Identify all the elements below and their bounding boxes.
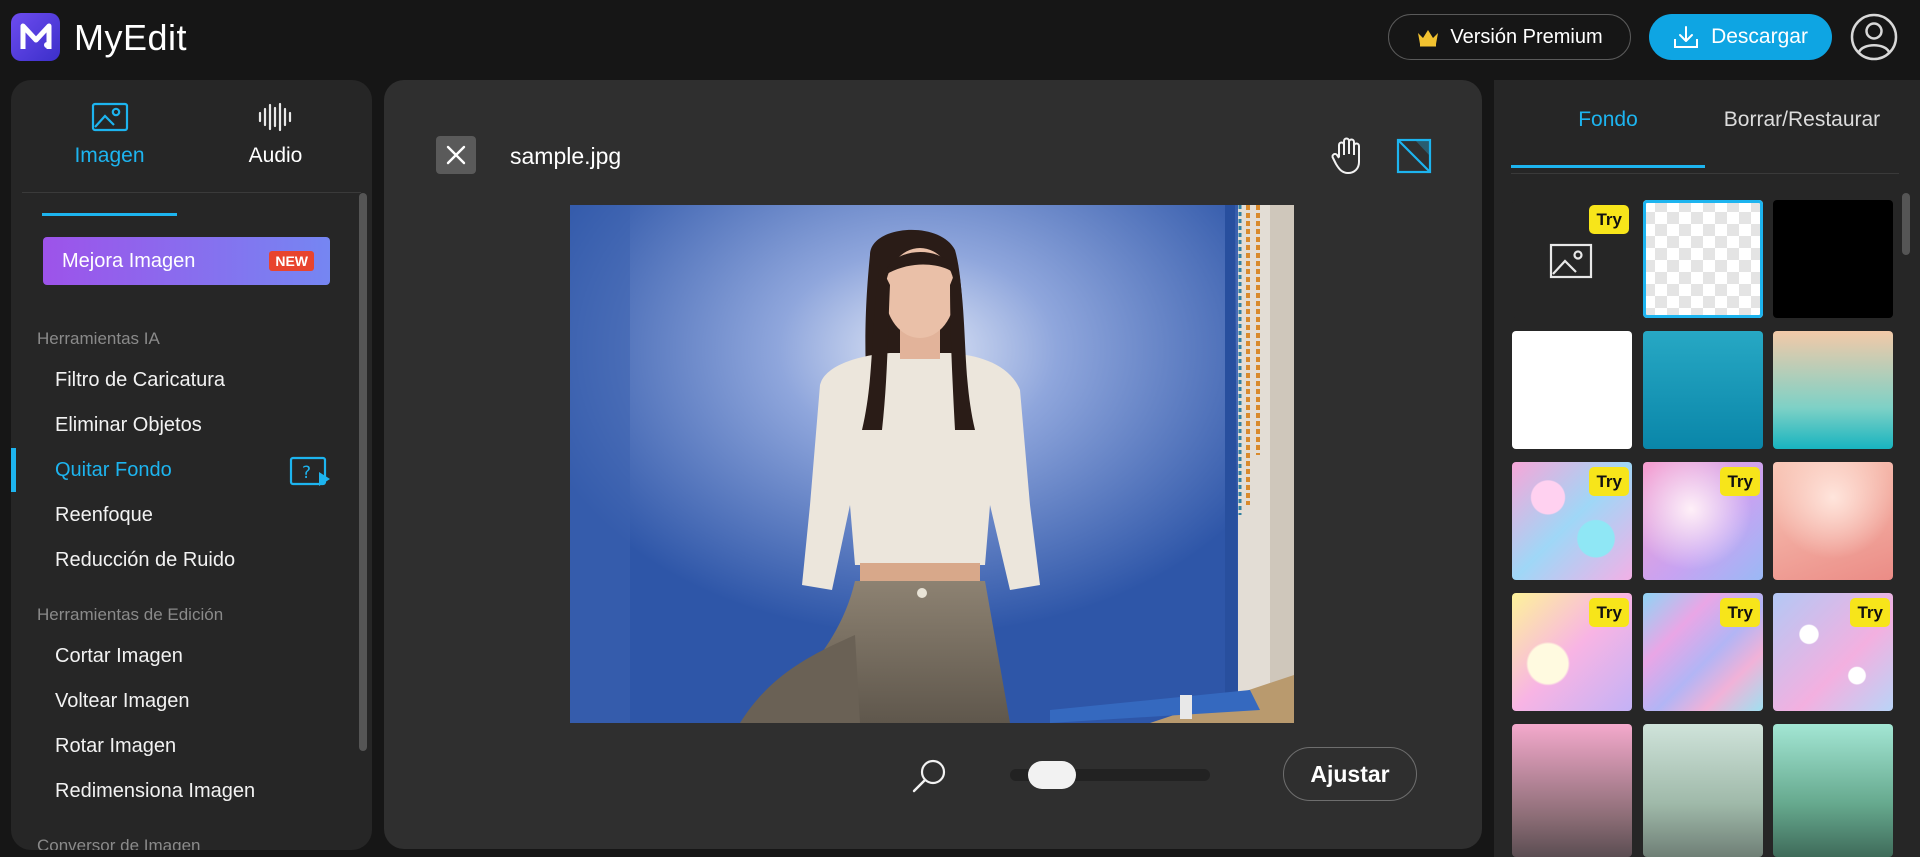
mejora-imagen-label: Mejora Imagen bbox=[62, 249, 196, 272]
hand-pan-icon[interactable] bbox=[1330, 136, 1366, 176]
menu-item-redimensiona-imagen[interactable]: Redimensiona Imagen bbox=[55, 780, 255, 803]
new-badge: NEW bbox=[269, 251, 314, 271]
zoom-slider-thumb[interactable] bbox=[1028, 761, 1077, 789]
zoom-icon[interactable] bbox=[910, 756, 950, 796]
sidebar-scrollbar[interactable] bbox=[359, 193, 367, 751]
section-conversor-imagen: Conversor de Imagen bbox=[37, 836, 201, 850]
try-badge: Try bbox=[1720, 467, 1760, 496]
background-thumb-bubbles[interactable]: Try bbox=[1512, 462, 1632, 580]
tab-imagen-label: Imagen bbox=[74, 144, 145, 167]
background-thumb-black[interactable] bbox=[1773, 200, 1893, 318]
tool-sidebar: Imagen Audio Mejora Imagen NEW Herramien… bbox=[11, 80, 372, 850]
file-name: sample.jpg bbox=[510, 143, 622, 169]
premium-label: Versión Premium bbox=[1450, 25, 1603, 48]
user-avatar-icon[interactable] bbox=[1850, 13, 1898, 61]
menu-item-eliminar-objetos[interactable]: Eliminar Objetos bbox=[55, 414, 202, 437]
tab-imagen[interactable]: Imagen bbox=[42, 102, 177, 216]
try-badge: Try bbox=[1589, 467, 1629, 496]
active-item-indicator bbox=[11, 448, 16, 492]
menu-item-cortar-imagen[interactable]: Cortar Imagen bbox=[55, 645, 183, 668]
tab-divider bbox=[1511, 173, 1899, 174]
background-thumb-mint-fade[interactable] bbox=[1643, 724, 1763, 857]
app-name: MyEdit bbox=[74, 17, 188, 58]
tab-audio-label: Audio bbox=[248, 144, 303, 167]
video-tutorial-icon[interactable]: ? bbox=[289, 456, 331, 488]
menu-item-voltear-imagen[interactable]: Voltear Imagen bbox=[55, 690, 190, 713]
svg-text:?: ? bbox=[302, 463, 311, 483]
audio-wave-icon bbox=[258, 102, 291, 132]
close-button[interactable] bbox=[436, 136, 476, 174]
image-icon bbox=[91, 102, 128, 132]
background-thumb-pink-glitter[interactable]: Try bbox=[1643, 462, 1763, 580]
background-thumb-peach-teal[interactable] bbox=[1773, 331, 1893, 449]
upload-image-icon bbox=[1549, 243, 1593, 279]
download-label: Descargar bbox=[1711, 25, 1808, 48]
background-thumb-green-fade[interactable] bbox=[1773, 724, 1893, 857]
menu-item-reenfoque[interactable]: Reenfoque bbox=[55, 504, 153, 527]
background-thumb-pink-fade[interactable] bbox=[1512, 724, 1632, 857]
download-icon bbox=[1674, 26, 1699, 48]
background-thumb-holographic[interactable]: Try bbox=[1643, 593, 1763, 711]
close-icon bbox=[446, 145, 466, 165]
background-thumb-rose-glitter[interactable] bbox=[1773, 462, 1893, 580]
crown-icon bbox=[1418, 30, 1439, 47]
editor-canvas-panel: sample.jpg Ajustar bbox=[384, 80, 1482, 849]
background-panel: Fondo Borrar/Restaurar Try Try Try Try Try Tr… bbox=[1494, 80, 1920, 857]
myedit-logo-icon[interactable] bbox=[11, 13, 60, 61]
tab-borrar-restaurar[interactable]: Borrar/Restaurar bbox=[1705, 108, 1899, 168]
top-bar: MyEdit Versión Premium Descargar bbox=[0, 0, 1920, 76]
background-thumb-pastel-bokeh[interactable]: Try bbox=[1512, 593, 1632, 711]
ajustar-button[interactable]: Ajustar bbox=[1283, 747, 1417, 801]
preview-photo bbox=[570, 205, 1294, 723]
mode-divider bbox=[22, 192, 361, 193]
try-badge: Try bbox=[1589, 598, 1629, 627]
section-herramientas-ia: Herramientas IA bbox=[37, 329, 160, 348]
section-herramientas-edicion: Herramientas de Edición bbox=[37, 605, 224, 624]
tab-fondo[interactable]: Fondo bbox=[1511, 108, 1705, 168]
compare-view-icon[interactable] bbox=[1395, 136, 1433, 176]
background-panel-scrollbar[interactable] bbox=[1902, 193, 1910, 255]
try-badge: Try bbox=[1589, 205, 1629, 234]
premium-button[interactable]: Versión Premium bbox=[1388, 14, 1631, 60]
try-badge: Try bbox=[1720, 598, 1760, 627]
menu-item-reduccion-ruido[interactable]: Reducción de Ruido bbox=[55, 549, 235, 572]
menu-item-filtro-caricatura[interactable]: Filtro de Caricatura bbox=[55, 369, 225, 392]
try-badge: Try bbox=[1850, 598, 1890, 627]
menu-item-rotar-imagen[interactable]: Rotar Imagen bbox=[55, 735, 176, 758]
background-thumb-upload[interactable]: Try bbox=[1512, 200, 1632, 318]
background-thumb-teal[interactable] bbox=[1643, 331, 1763, 449]
mejora-imagen-button[interactable]: Mejora Imagen NEW bbox=[43, 237, 330, 285]
download-button[interactable]: Descargar bbox=[1649, 14, 1832, 60]
tab-audio[interactable]: Audio bbox=[208, 102, 343, 212]
background-thumb-white[interactable] bbox=[1512, 331, 1632, 449]
menu-item-quitar-fondo[interactable]: Quitar Fondo bbox=[55, 459, 172, 482]
background-thumb-transparent[interactable] bbox=[1643, 200, 1763, 318]
background-thumb-sparkle-bokeh[interactable]: Try bbox=[1773, 593, 1893, 711]
